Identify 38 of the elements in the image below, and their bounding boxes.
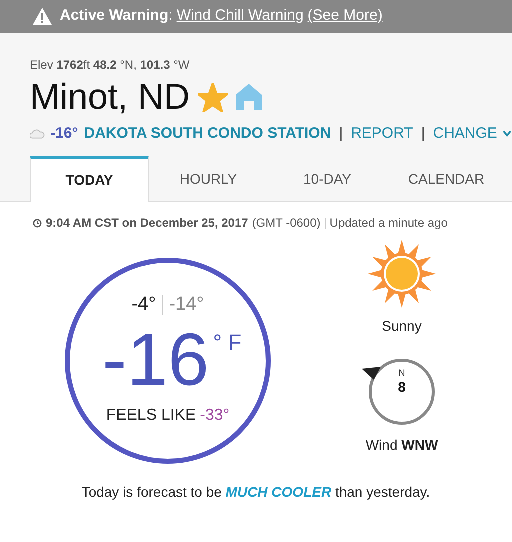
see-more-link[interactable]: (See More) [308, 5, 383, 28]
tab[interactable]: HOURLY [149, 156, 268, 202]
change-link[interactable]: CHANGE [433, 123, 498, 145]
separator: | [339, 124, 344, 144]
gmt-offset: (GMT -0600) [252, 215, 321, 232]
warning-separator: : [168, 6, 173, 26]
home-icon[interactable] [236, 84, 262, 110]
high-temperature: -4° [132, 293, 156, 317]
warning-link[interactable]: Wind Chill Warning [176, 5, 304, 28]
elevation-coordinates: Elev 1762ft 48.2 °N, 101.3 °W [30, 57, 191, 73]
station-temperature: -16° [50, 124, 78, 144]
city-name: Minot, ND [30, 75, 190, 119]
condition-label: Sunny [382, 317, 422, 336]
tab[interactable]: CALENDAR [387, 156, 506, 202]
temperature-unit: ° F [213, 328, 242, 356]
clock-icon [33, 218, 42, 228]
station-link[interactable]: DAKOTA SOUTH CONDO STATION [84, 123, 332, 145]
favorite-star-icon[interactable] [198, 82, 228, 112]
updated-text: Updated a minute ago [330, 215, 448, 232]
forecast-sentence: Today is forecast to be MUCH COOLER than yesterday. [80, 483, 432, 502]
wind-speed: 8 [398, 378, 406, 396]
wind-direction: Wind WNW [366, 436, 438, 455]
warning-icon [33, 8, 52, 25]
tab[interactable]: TODAY [30, 156, 149, 202]
tab[interactable]: 10-DAY [268, 156, 387, 202]
chevron-down-icon[interactable] [503, 130, 512, 138]
warning-label: Active Warning [60, 6, 169, 26]
separator: | [421, 124, 426, 144]
current-temperature: -16 [102, 320, 210, 400]
cloud-icon [30, 129, 45, 139]
report-link[interactable]: REPORT [351, 123, 414, 145]
sun-icon [366, 238, 438, 310]
feels-like-temperature: -33° [200, 406, 230, 426]
low-temperature: -14° [169, 293, 204, 317]
observation-time: 9:04 AM CST on December 25, 2017 [46, 215, 248, 232]
feels-like-label: FEELS LIKE [106, 406, 196, 426]
wind-direction-arrow-icon [362, 367, 382, 381]
compass-north-label: N [398, 368, 406, 378]
